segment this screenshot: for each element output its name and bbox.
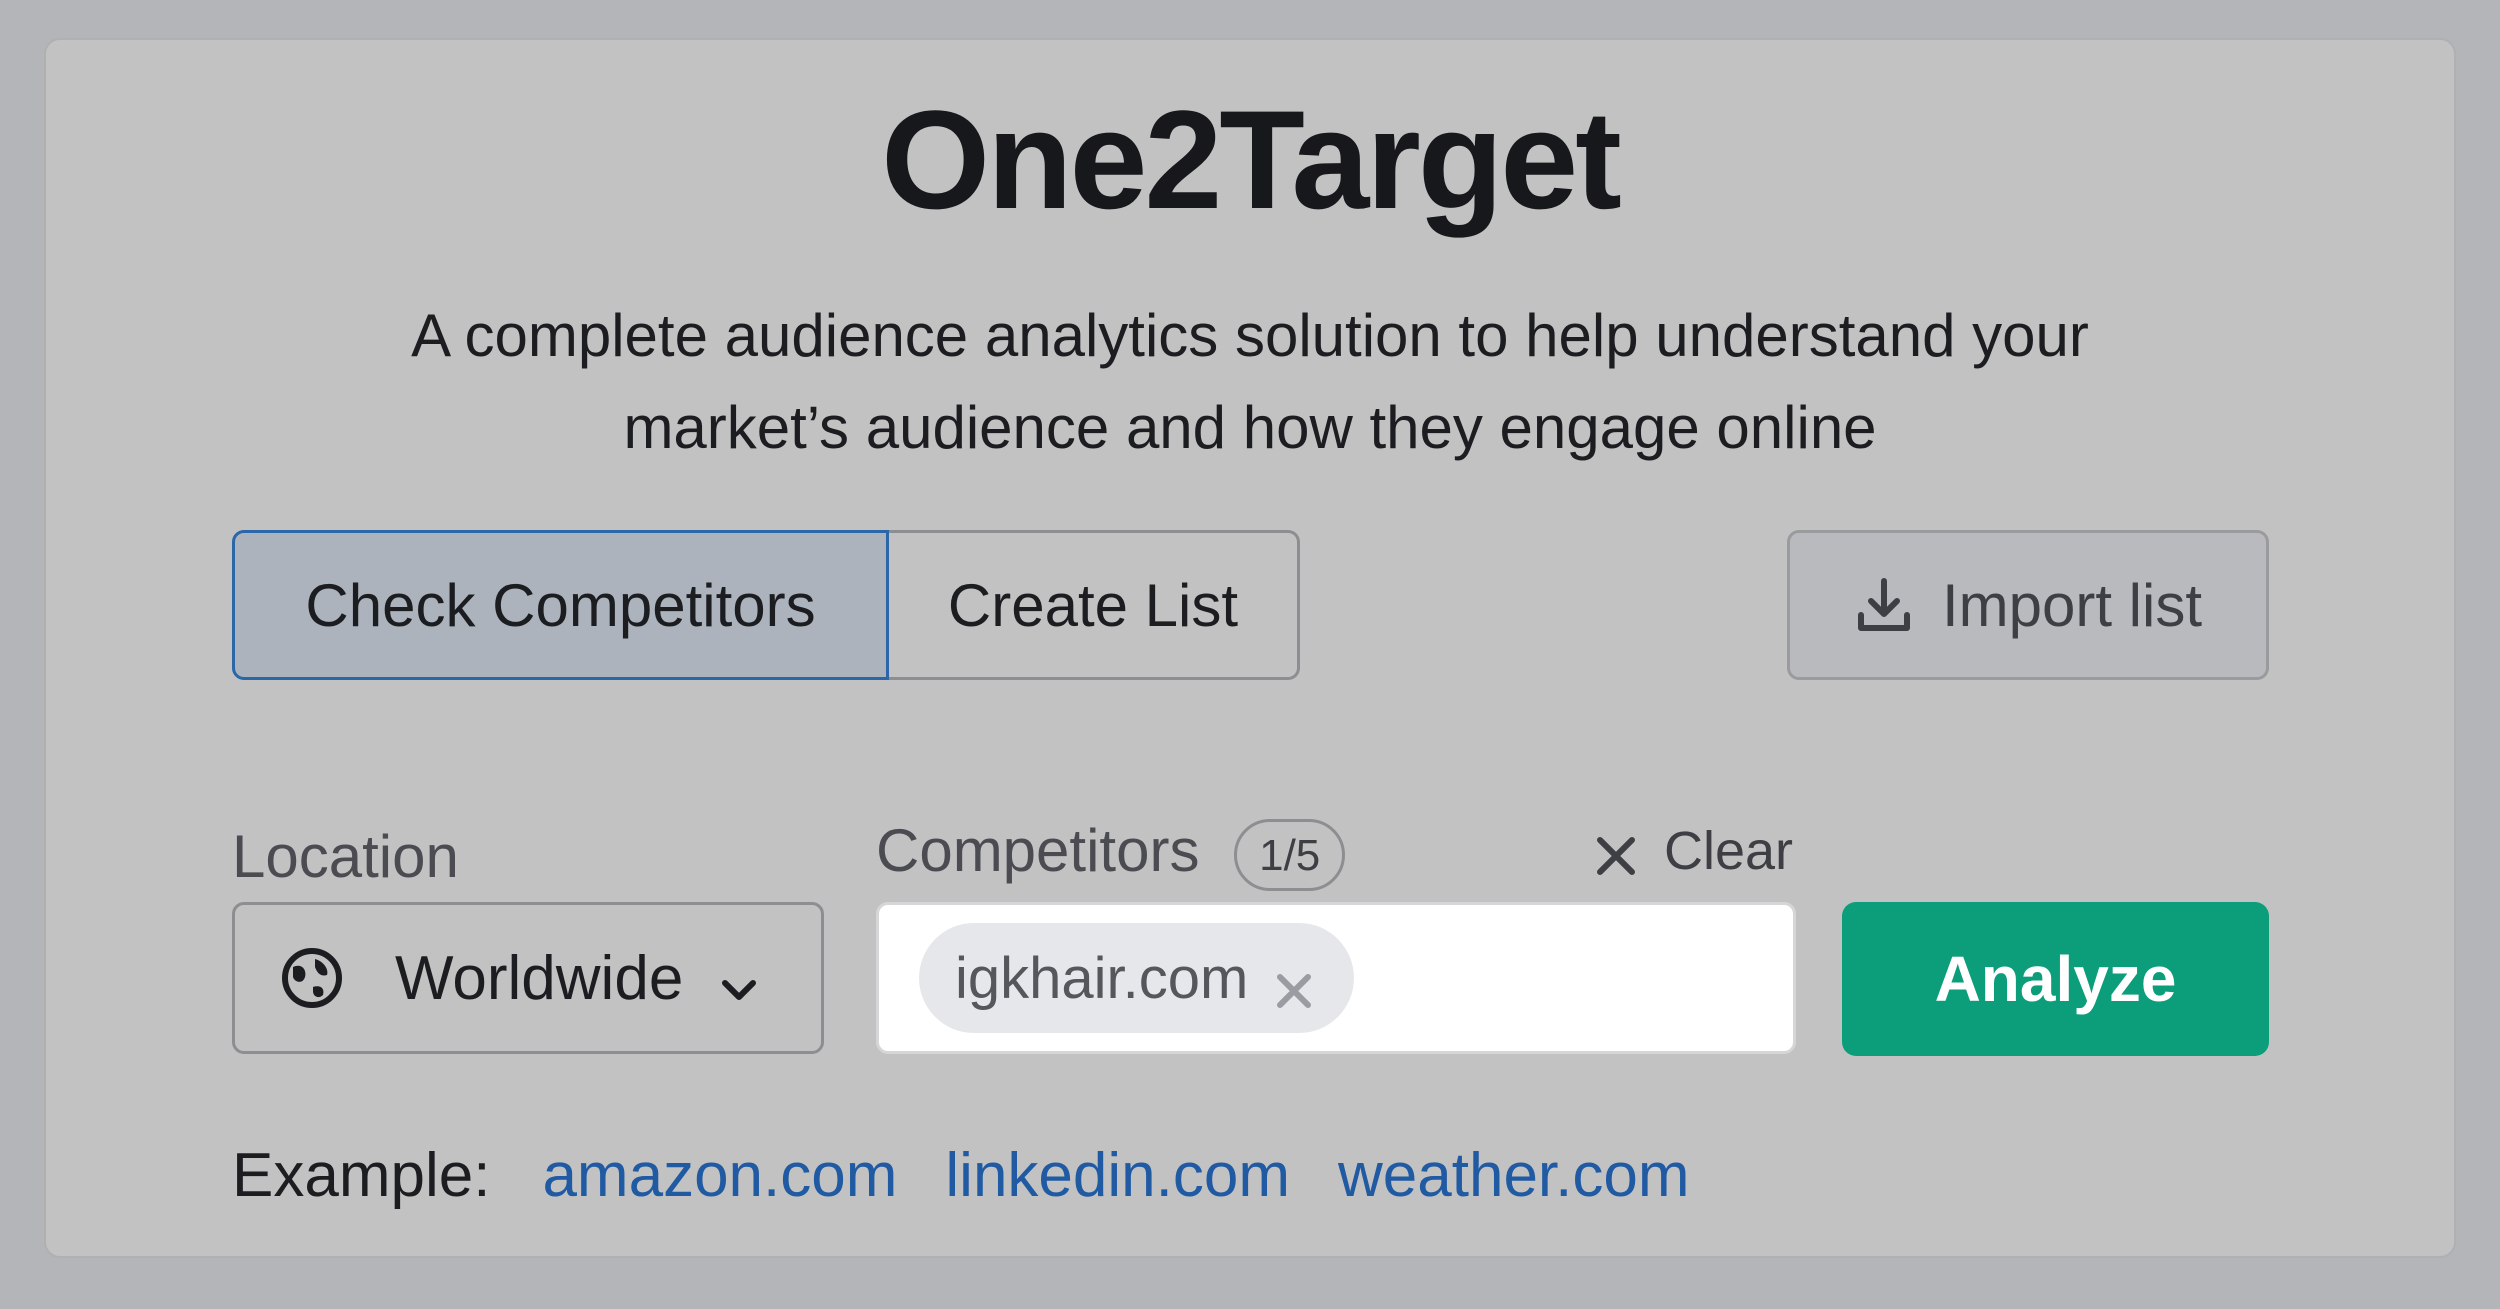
competitors-count-badge: 1/5: [1234, 819, 1346, 892]
one2target-card: One2Target A complete audience analytics…: [44, 38, 2456, 1258]
competitors-label-group: Competitors 1/5: [876, 816, 1346, 892]
import-list-button[interactable]: Import list: [1787, 530, 2269, 680]
close-icon: [1594, 829, 1638, 875]
example-link-linkedin[interactable]: linkedin.com: [945, 1140, 1290, 1211]
examples-row: Example: amazon.com linkedin.com weather…: [232, 1140, 1690, 1211]
subtitle-line-2: market’s audience and how they engage on…: [623, 394, 1877, 461]
page-title: One2Target: [881, 81, 1622, 238]
chevron-down-icon: [717, 956, 761, 1000]
competitors-label: Competitors: [876, 817, 1200, 884]
clear-button[interactable]: Clear: [1594, 820, 1793, 882]
remove-chip-icon[interactable]: [1274, 958, 1314, 1008]
tab-create-list[interactable]: Create List: [889, 530, 1300, 680]
tab-check-competitors[interactable]: Check Competitors: [232, 530, 889, 680]
clear-label: Clear: [1664, 821, 1794, 881]
location-label: Location: [232, 823, 459, 890]
download-icon: [1854, 575, 1914, 635]
mode-toggle: Check Competitors Create List: [232, 530, 1300, 680]
example-link-amazon[interactable]: amazon.com: [542, 1140, 897, 1211]
examples-label: Example:: [232, 1141, 491, 1210]
globe-icon: [281, 947, 343, 1009]
location-value: Worldwide: [395, 943, 684, 1013]
example-link-weather[interactable]: weather.com: [1338, 1140, 1690, 1211]
competitors-input[interactable]: igkhair.com: [876, 902, 1796, 1054]
analyze-button[interactable]: Analyze: [1842, 902, 2269, 1056]
competitor-chip-label: igkhair.com: [955, 945, 1249, 1011]
page-subtitle: A complete audience analytics solution t…: [46, 290, 2454, 474]
subtitle-line-1: A complete audience analytics solution t…: [411, 302, 2089, 369]
competitor-chip: igkhair.com: [919, 923, 1355, 1033]
import-list-label: Import list: [1941, 571, 2203, 639]
location-select[interactable]: Worldwide: [232, 902, 824, 1054]
